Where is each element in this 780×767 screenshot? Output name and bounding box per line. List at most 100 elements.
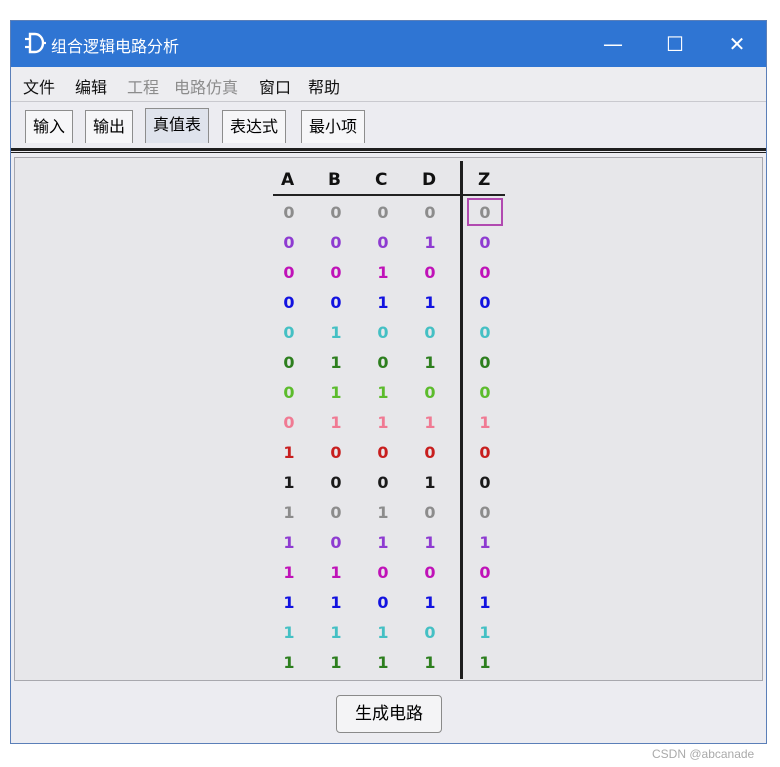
truth-cell-d: 0 <box>424 443 436 462</box>
truth-cell-d: 1 <box>424 593 436 612</box>
truth-cell-b: 0 <box>330 473 342 492</box>
column-header-b: B <box>328 170 341 190</box>
truth-cell-d: 1 <box>424 653 436 672</box>
tab-divider-thin <box>11 152 766 153</box>
truth-cell-d: 0 <box>424 503 436 522</box>
truth-cell-c: 1 <box>377 623 389 642</box>
truth-cell-a: 0 <box>283 323 295 342</box>
truth-cell-a: 1 <box>283 473 295 492</box>
truth-cell-z[interactable]: 0 <box>473 383 497 402</box>
title-bar[interactable]: 组合逻辑电路分析 — ☐ ✕ <box>11 21 766 67</box>
truth-cell-d: 0 <box>424 623 436 642</box>
truth-cell-c: 1 <box>377 293 389 312</box>
truth-cell-b: 1 <box>330 593 342 612</box>
truth-cell-z[interactable]: 1 <box>473 593 497 612</box>
truth-cell-c: 0 <box>377 353 389 372</box>
truth-cell-d: 0 <box>424 563 436 582</box>
truth-cell-a: 1 <box>283 593 295 612</box>
truth-cell-b: 1 <box>330 383 342 402</box>
truth-cell-z[interactable]: 0 <box>473 473 497 492</box>
menu-help[interactable]: 帮助 <box>308 74 340 98</box>
truth-cell-z[interactable]: 0 <box>473 263 497 282</box>
truth-cell-z[interactable]: 1 <box>473 533 497 552</box>
truth-cell-b: 1 <box>330 353 342 372</box>
truth-cell-a: 0 <box>283 383 295 402</box>
generate-circuit-button[interactable]: 生成电路 <box>336 695 442 733</box>
truth-cell-b: 0 <box>330 233 342 252</box>
maximize-button[interactable]: ☐ <box>644 21 706 67</box>
truth-cell-a: 1 <box>283 503 295 522</box>
truth-cell-d: 1 <box>424 353 436 372</box>
truth-cell-a: 1 <box>283 653 295 672</box>
truth-cell-b: 0 <box>330 533 342 552</box>
truth-cell-z[interactable]: 1 <box>473 413 497 432</box>
minimize-button[interactable]: — <box>582 21 644 67</box>
menu-circuit-simulation[interactable]: 电路仿真 <box>174 74 238 98</box>
truth-cell-c: 1 <box>377 653 389 672</box>
truth-cell-a: 1 <box>283 563 295 582</box>
app-window: 组合逻辑电路分析 — ☐ ✕ 文件 编辑 工程 电路仿真 窗口 帮助 输入 输出… <box>10 20 767 744</box>
menu-window[interactable]: 窗口 <box>259 74 291 98</box>
menu-file[interactable]: 文件 <box>23 74 55 98</box>
truth-cell-c: 0 <box>377 443 389 462</box>
tab-expression[interactable]: 表达式 <box>222 110 287 143</box>
menu-bar: 文件 编辑 工程 电路仿真 窗口 帮助 <box>11 67 766 102</box>
truth-cell-c: 1 <box>377 503 389 522</box>
truth-cell-c: 0 <box>377 203 389 222</box>
column-header-c: C <box>375 170 388 190</box>
truth-cell-a: 0 <box>283 353 295 372</box>
truth-cell-d: 1 <box>424 473 436 492</box>
tab-truth-table[interactable]: 真值表 <box>145 108 210 143</box>
truth-cell-b: 0 <box>330 443 342 462</box>
truth-cell-d: 1 <box>424 533 436 552</box>
truth-cell-z[interactable]: 0 <box>473 323 497 342</box>
truth-cell-c: 0 <box>377 323 389 342</box>
truth-cell-b: 1 <box>330 623 342 642</box>
truth-cell-a: 0 <box>283 413 295 432</box>
truth-cell-b: 1 <box>330 413 342 432</box>
truth-cell-b: 1 <box>330 323 342 342</box>
truth-cell-b: 0 <box>330 503 342 522</box>
truth-cell-d: 0 <box>424 383 436 402</box>
watermark: CSDN @abcanade <box>652 747 755 761</box>
logic-gate-icon <box>25 32 46 54</box>
truth-cell-z[interactable]: 1 <box>473 623 497 642</box>
truth-cell-b: 0 <box>330 203 342 222</box>
truth-cell-c: 1 <box>377 533 389 552</box>
truth-cell-b: 0 <box>330 263 342 282</box>
truth-cell-b: 1 <box>330 563 342 582</box>
tab-minterms[interactable]: 最小项 <box>301 110 366 143</box>
menu-edit[interactable]: 编辑 <box>75 74 107 98</box>
truth-cell-z[interactable]: 0 <box>473 293 497 312</box>
truth-cell-z[interactable]: 0 <box>473 233 497 252</box>
truth-cell-d: 0 <box>424 203 436 222</box>
truth-cell-c: 1 <box>377 383 389 402</box>
truth-cell-c: 1 <box>377 263 389 282</box>
header-divider <box>273 194 505 196</box>
menu-project[interactable]: 工程 <box>127 74 159 98</box>
truth-cell-d: 0 <box>424 323 436 342</box>
truth-cell-d: 1 <box>424 233 436 252</box>
tab-output[interactable]: 输出 <box>85 110 134 143</box>
truth-cell-z[interactable]: 0 <box>473 353 497 372</box>
truth-cell-d: 0 <box>424 263 436 282</box>
truth-cell-z[interactable]: 0 <box>473 443 497 462</box>
truth-cell-a: 0 <box>283 263 295 282</box>
truth-cell-z[interactable]: 1 <box>473 653 497 672</box>
truth-cell-b: 1 <box>330 653 342 672</box>
close-button[interactable]: ✕ <box>706 21 768 67</box>
truth-cell-a: 1 <box>283 533 295 552</box>
column-header-z: Z <box>478 170 491 190</box>
tab-input[interactable]: 输入 <box>25 110 74 143</box>
truth-cell-z[interactable]: 0 <box>473 563 497 582</box>
truth-cell-c: 0 <box>377 233 389 252</box>
truth-cell-a: 1 <box>283 443 295 462</box>
truth-cell-b: 0 <box>330 293 342 312</box>
truth-cell-c: 0 <box>377 473 389 492</box>
truth-cell-z[interactable]: 0 <box>473 503 497 522</box>
window-title: 组合逻辑电路分析 <box>51 37 180 56</box>
truth-cell-z[interactable]: 0 <box>473 203 497 222</box>
output-separator <box>460 161 463 679</box>
tab-divider <box>11 148 766 151</box>
column-header-d: D <box>422 170 437 190</box>
